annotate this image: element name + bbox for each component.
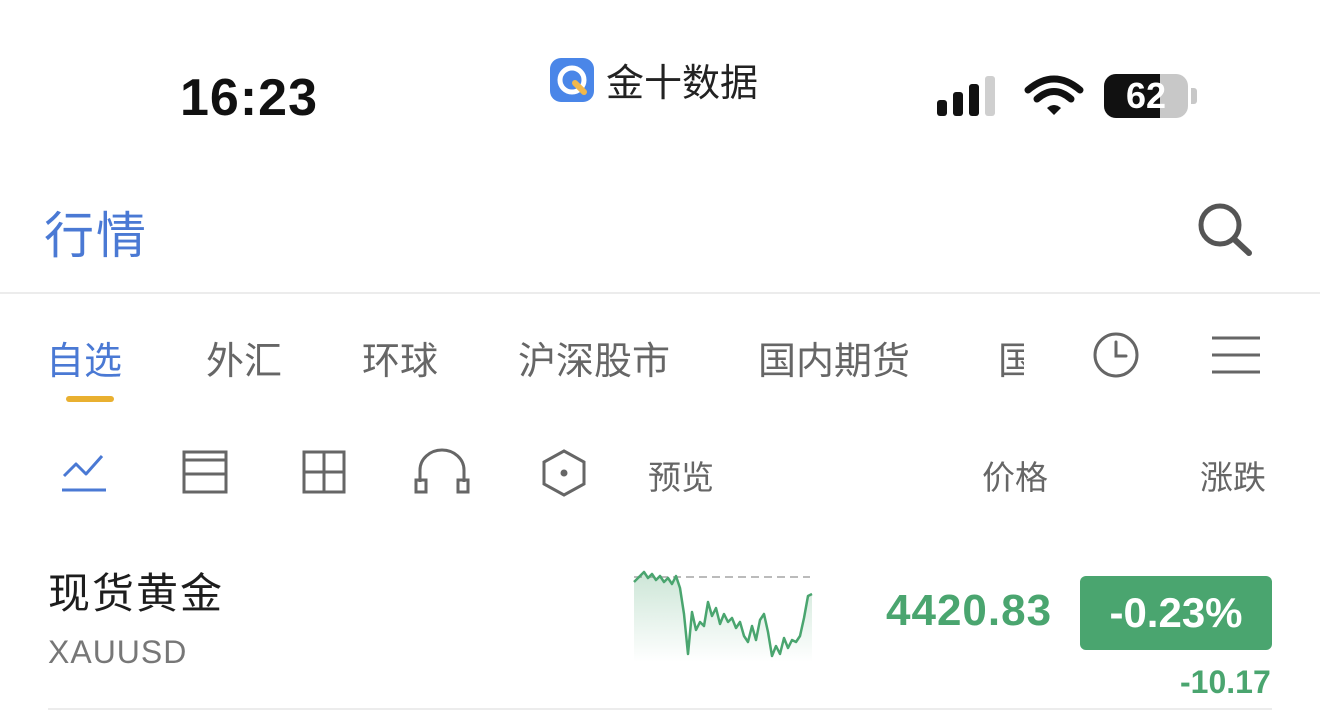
battery-indicator: 62 (1104, 74, 1188, 118)
quote-code: XAUUSD (48, 634, 188, 670)
line-chart-icon (62, 455, 106, 492)
tab-forex[interactable]: 外汇 (206, 330, 282, 385)
tab-partial: 国 (998, 339, 1024, 380)
tab-overflow[interactable]: 国 (998, 330, 1024, 380)
app-logo-icon (550, 57, 594, 102)
tab-domestic-futures[interactable]: 国内期货 (758, 330, 910, 385)
quote-name: 现货黄金 (48, 569, 225, 618)
row-divider (48, 708, 1272, 710)
quote-change-percent[interactable]: -0.23% (1080, 576, 1272, 650)
active-tab-indicator (66, 396, 114, 402)
arc-view-icon (414, 448, 470, 494)
wifi-icon (1024, 74, 1084, 122)
sparkline-chart (630, 566, 816, 662)
app-indicator: 金十数据 (550, 52, 758, 107)
status-time: 16:23 (180, 69, 318, 127)
cellular-signal-icon (937, 76, 995, 116)
view-arc-button[interactable] (414, 448, 470, 498)
view-line-button[interactable] (58, 448, 110, 498)
search-button[interactable] (1195, 200, 1255, 256)
menu-icon (1212, 336, 1260, 374)
column-change[interactable]: 涨跌 (1200, 451, 1266, 499)
quote-change-amount: -10.17 (1180, 664, 1271, 700)
battery-level: 62 (1125, 75, 1167, 116)
quote-price: 4420.83 (886, 586, 1053, 635)
column-price[interactable]: 价格 (982, 451, 1048, 499)
battery-tip (1191, 88, 1197, 104)
header-divider (0, 292, 1320, 294)
view-grid-button[interactable] (300, 448, 352, 498)
clock-icon (1093, 332, 1139, 378)
hexagon-view-icon (542, 449, 586, 497)
tab-a-shares[interactable]: 沪深股市 (518, 330, 670, 385)
grid-view-icon (302, 450, 346, 494)
view-hexagon-button[interactable] (540, 448, 592, 498)
history-button[interactable] (1090, 330, 1142, 380)
tab-watchlist[interactable]: 自选 (46, 330, 122, 385)
view-split-button[interactable] (180, 448, 232, 498)
app-name: 金十数据 (606, 61, 759, 105)
column-preview: 预览 (648, 458, 714, 497)
tab-global[interactable]: 环球 (362, 330, 438, 385)
split-view-icon (182, 450, 228, 494)
tab-menu-button[interactable] (1210, 330, 1262, 380)
page-title: 行情 (44, 207, 148, 265)
search-icon (1198, 203, 1252, 256)
